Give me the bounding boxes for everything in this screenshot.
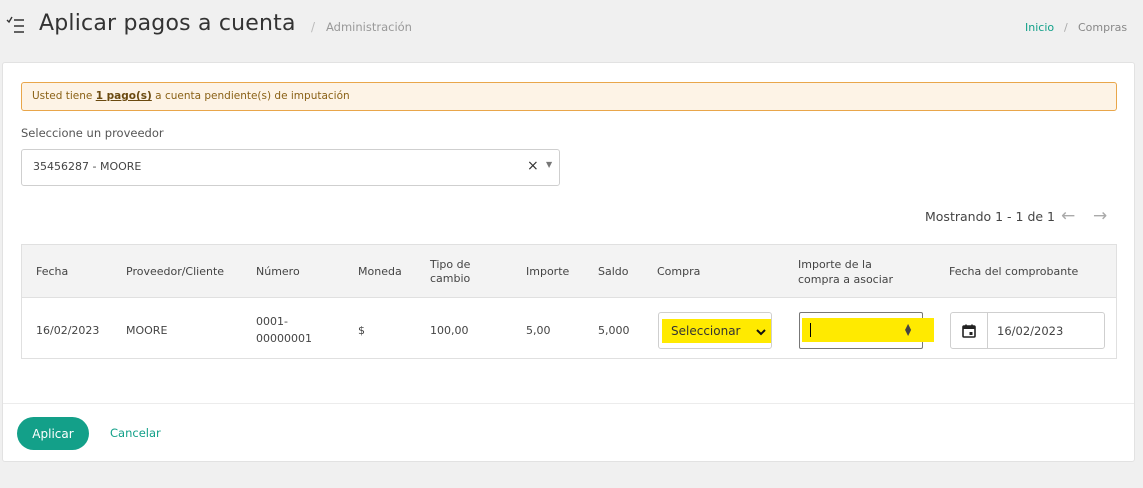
page-title: Aplicar pagos a cuenta [39, 11, 296, 36]
arrow-left-icon[interactable]: ← [1061, 206, 1075, 226]
text-cursor [810, 323, 811, 337]
alert-prefix: Usted tiene [32, 90, 96, 102]
cell-numero-line2: 00000001 [256, 332, 312, 345]
header-proveedor: Proveedor/Cliente [126, 265, 225, 278]
chevron-down-icon [755, 323, 767, 336]
breadcrumb-home-link[interactable]: Inicio [1025, 21, 1054, 34]
fecha-comprobante-field: 16/02/2023 [950, 312, 1105, 349]
pending-payments-alert: Usted tiene 1 pago(s) a cuenta pendiente… [21, 82, 1117, 111]
arrow-right-icon[interactable]: → [1093, 206, 1107, 226]
breadcrumb-separator: / [1064, 21, 1068, 34]
importe-asociar-highlight: ▲ ▼ [802, 318, 934, 342]
compra-select[interactable]: Seleccionar [658, 312, 772, 349]
title-separator: / [311, 20, 316, 34]
cell-moneda: $ [358, 324, 365, 337]
clear-icon[interactable]: × [527, 158, 539, 174]
spinner-icon[interactable]: ▲ ▼ [905, 323, 911, 337]
apply-button[interactable]: Aplicar [17, 417, 89, 450]
cell-numero-line1: 0001- [256, 315, 288, 328]
header-moneda: Moneda [358, 265, 402, 278]
header-tipo-cambio-line1: Tipo de [430, 258, 471, 271]
payments-table: Fecha Proveedor/Cliente Número Moneda Ti… [21, 244, 1117, 359]
cell-saldo: 5,000 [598, 324, 630, 337]
page-subtitle: Administración [326, 20, 412, 34]
alert-payments-link[interactable]: 1 pago(s) [96, 90, 152, 102]
pagination-info: Mostrando 1 - 1 de 1 [925, 209, 1056, 224]
menu-toggle-icon[interactable] [6, 16, 26, 36]
header-fecha-comprobante: Fecha del comprobante [949, 265, 1079, 278]
cell-tipo-cambio: 100,00 [430, 324, 469, 337]
cell-fecha: 16/02/2023 [36, 324, 100, 337]
cell-importe: 5,00 [526, 324, 551, 337]
cancel-button[interactable]: Cancelar [110, 426, 161, 440]
cell-proveedor: MOORE [126, 324, 168, 337]
provider-label: Seleccione un proveedor [21, 126, 164, 140]
fecha-comprobante-value[interactable]: 16/02/2023 [997, 324, 1063, 338]
table-header: Fecha Proveedor/Cliente Número Moneda Ti… [22, 245, 1116, 298]
header-importe-asociar-line1: Importe de la [798, 258, 872, 271]
provider-select[interactable]: 35456287 - MOORE × ▼ [21, 149, 560, 186]
page-header: Aplicar pagos a cuenta / Administración … [0, 0, 1143, 56]
compra-selected-value: Seleccionar [671, 324, 741, 338]
header-tipo-cambio-line2: cambio [430, 272, 471, 285]
breadcrumb-current: Compras [1078, 21, 1128, 34]
header-compra: Compra [657, 265, 701, 278]
header-importe: Importe [526, 265, 570, 278]
footer-divider [3, 403, 1134, 404]
compra-select-highlight: Seleccionar [662, 319, 771, 343]
caret-down-icon[interactable]: ▼ [546, 160, 552, 169]
calendar-button[interactable] [951, 313, 988, 348]
header-saldo: Saldo [598, 265, 629, 278]
header-importe-asociar-line2: compra a asociar [798, 273, 894, 286]
calendar-icon [962, 323, 976, 338]
importe-asociar-input[interactable]: ▲ ▼ [799, 312, 934, 349]
alert-suffix: a cuenta pendiente(s) de imputación [151, 90, 350, 102]
header-numero: Número [256, 265, 300, 278]
provider-selected-value: 35456287 - MOORE [33, 160, 142, 173]
main-card: Usted tiene 1 pago(s) a cuenta pendiente… [2, 62, 1135, 462]
header-fecha: Fecha [36, 265, 69, 278]
